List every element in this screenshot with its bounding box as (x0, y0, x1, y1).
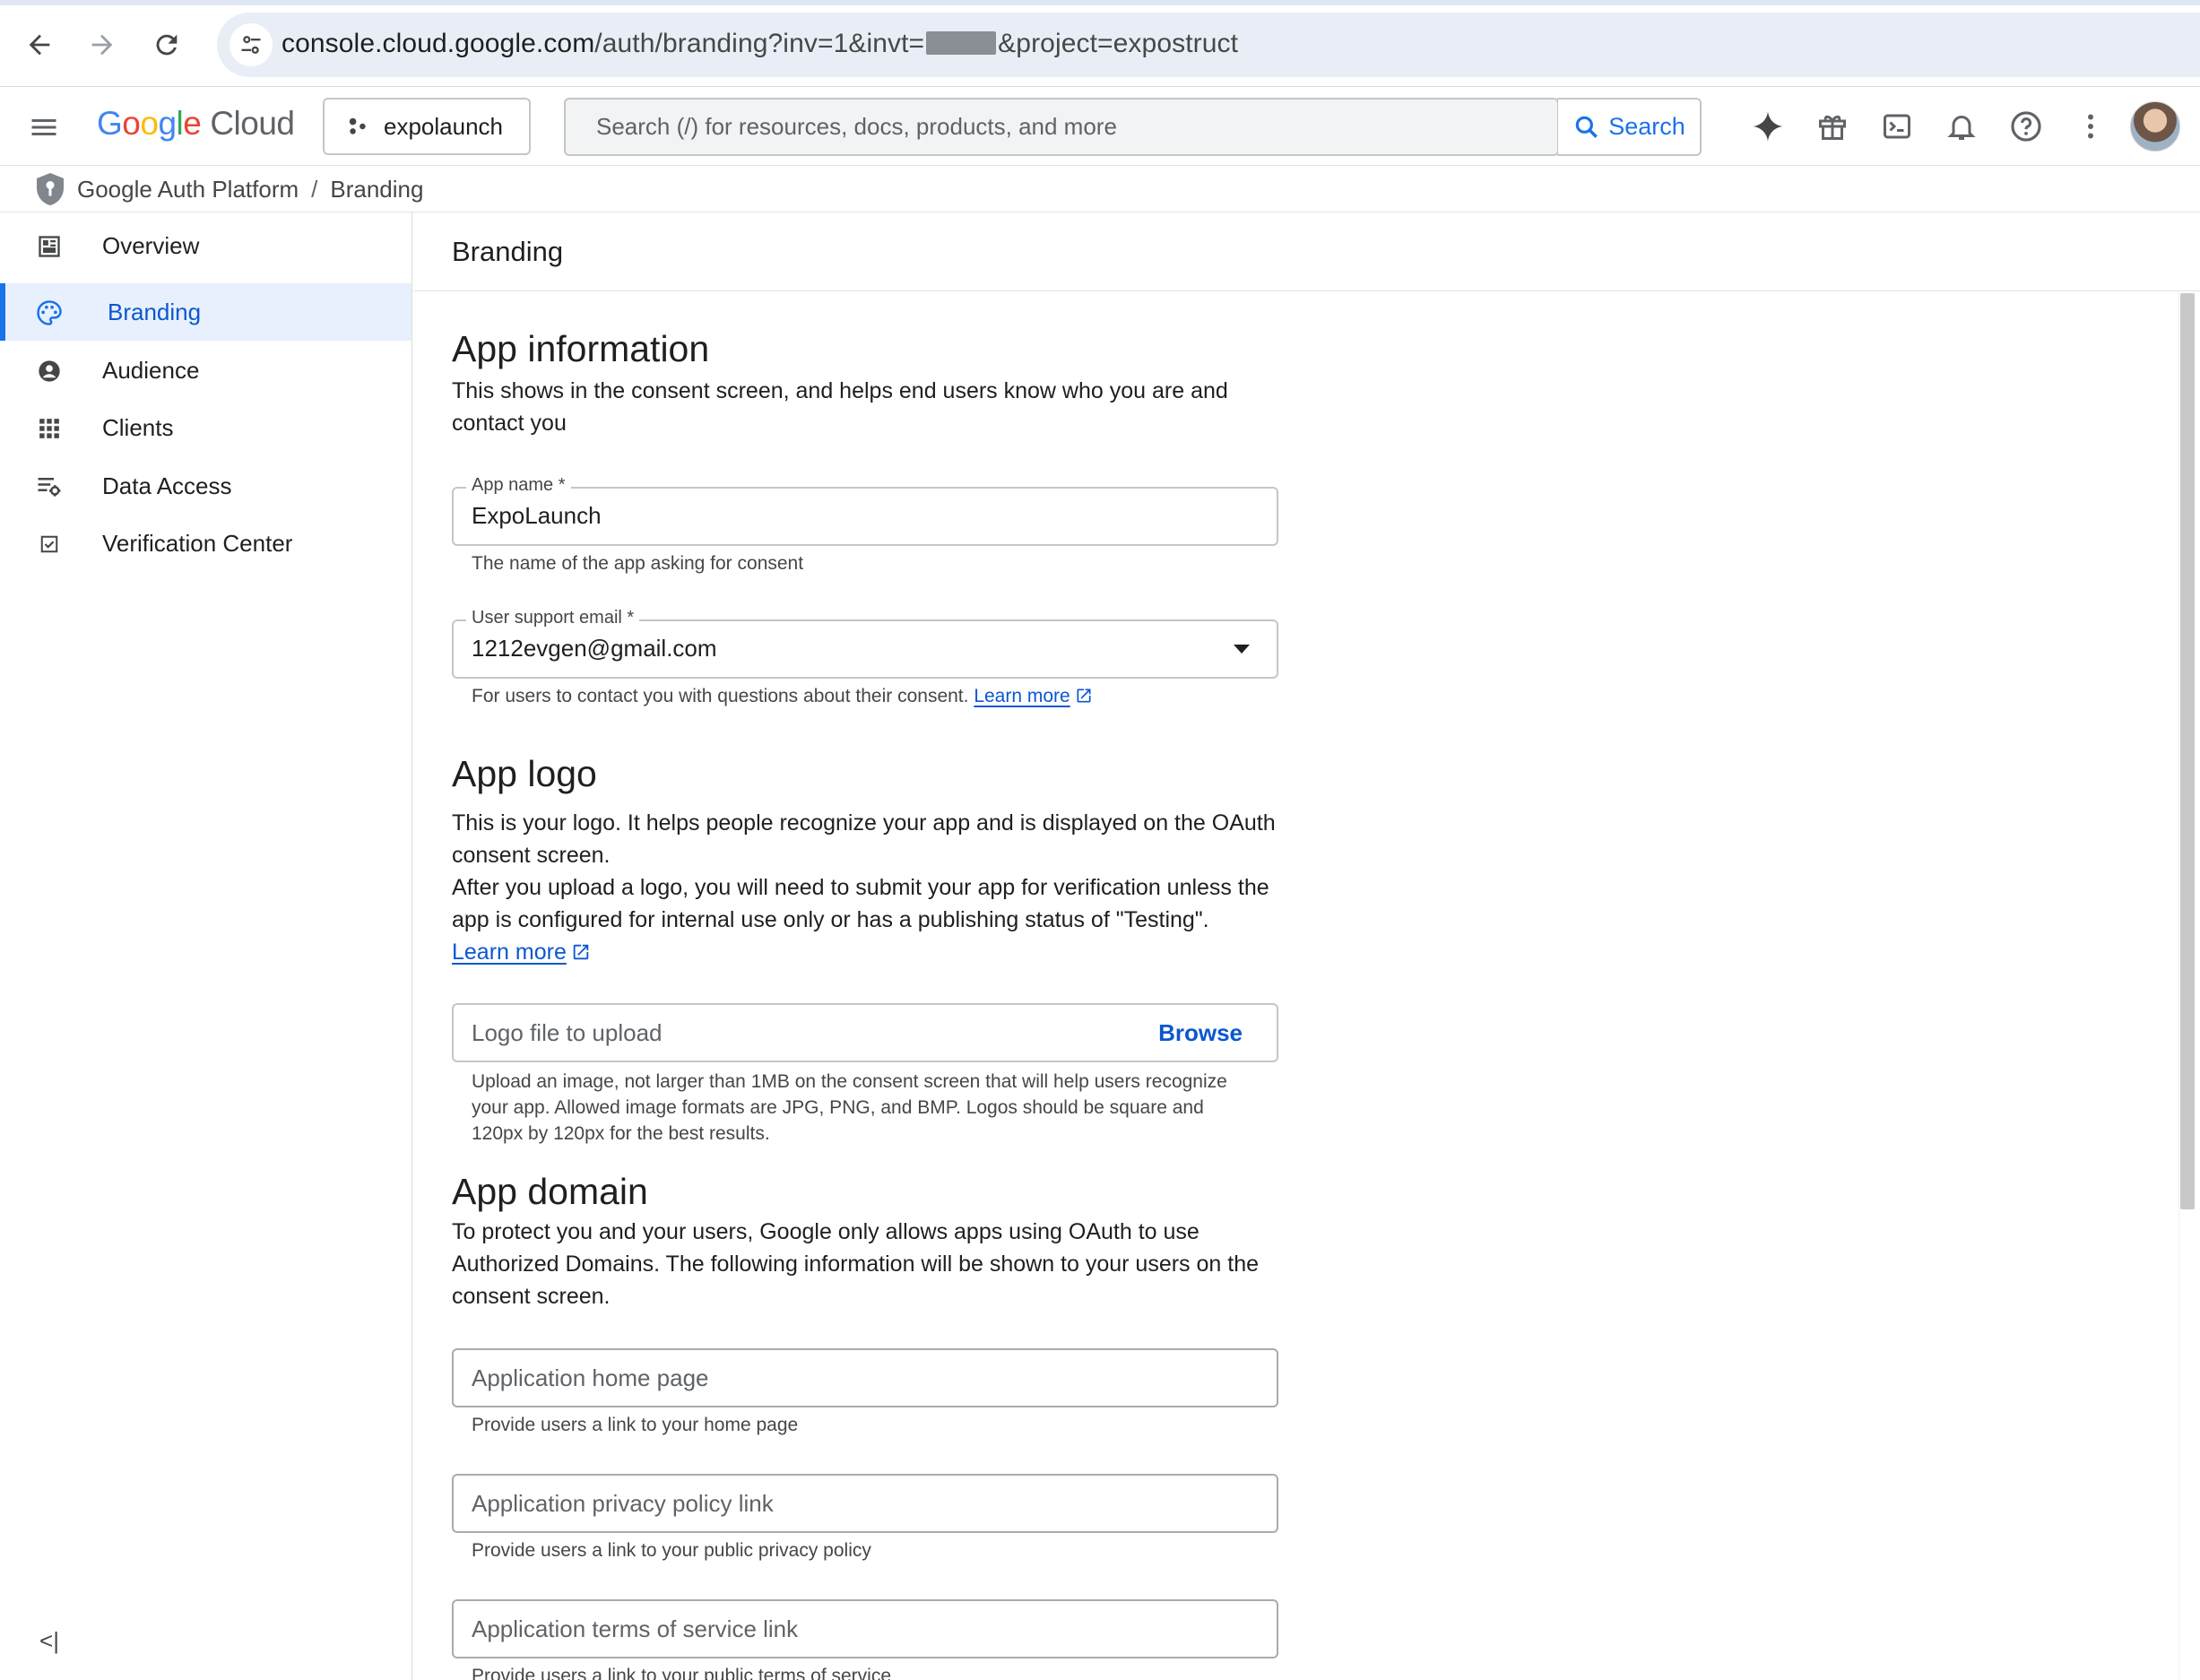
sidebar-item-verification-center[interactable]: Verification Center (0, 515, 411, 572)
console-header: Google Cloud expolaunch Search (0, 87, 2200, 166)
user-support-email-label: User support email * (466, 608, 640, 628)
user-support-email-select[interactable]: User support email * 1212evgen@gmail.com (452, 608, 1278, 679)
redacted-block (926, 31, 997, 55)
app-logo-description: This is your logo. It helps people recog… (452, 807, 1286, 968)
application-home-page-hint: Provide users a link to your home page (472, 1415, 799, 1435)
scrollbar-thumb[interactable] (2180, 293, 2195, 1209)
palette-icon (36, 299, 63, 326)
sidebar-item-overview[interactable]: Overview (0, 217, 411, 274)
project-name: expolaunch (384, 112, 503, 140)
logo-word: Google (97, 105, 202, 142)
url-query: &project=expostruct (998, 29, 1239, 58)
application-privacy-policy-placeholder: Application privacy policy link (472, 1490, 774, 1517)
notifications-bell-icon[interactable] (1940, 105, 1983, 148)
browser-toolbar: console.cloud.google.com/auth/branding?i… (0, 0, 2200, 87)
app-domain-description: To protect you and your users, Google on… (452, 1219, 1259, 1309)
app-logo-learn-more: Learn more (452, 936, 1286, 968)
user-support-email-value: 1212evgen@gmail.com (472, 635, 717, 662)
search-button[interactable]: Search (1557, 98, 1702, 156)
open-in-new-icon (1077, 688, 1091, 703)
sidebar-item-branding[interactable]: Branding (0, 283, 411, 341)
sidebar-item-data-access[interactable]: Data Access (0, 457, 411, 515)
sidebar-item-clients[interactable]: Clients (0, 399, 411, 456)
dashboard-icon (36, 233, 63, 260)
search-icon (1575, 116, 1598, 138)
app-name-value: ExpoLaunch (472, 502, 602, 529)
application-home-page-field[interactable]: Application home page (452, 1348, 1278, 1407)
app-name-label: App name * (466, 475, 571, 496)
search-button-label: Search (1608, 113, 1685, 140)
sidebar-item-label: Audience (102, 356, 200, 384)
avatar[interactable] (2130, 101, 2180, 152)
page-title-bar: Branding (413, 212, 2200, 291)
sidebar: Overview Branding Audience Clients Data … (0, 212, 412, 1680)
sidebar-item-label: Overview (102, 231, 200, 259)
gift-icon[interactable] (1811, 105, 1854, 148)
application-privacy-policy-hint: Provide users a link to your public priv… (472, 1540, 871, 1561)
app-information-description: This shows in the consent screen, and he… (452, 378, 1228, 436)
application-terms-of-service-hint: Provide users a link to your public term… (472, 1666, 892, 1680)
more-vert-icon[interactable] (2069, 105, 2112, 148)
app-domain-heading: App domain (452, 1171, 648, 1212)
learn-more-link[interactable]: Learn more (974, 686, 1070, 706)
hamburger-menu-icon[interactable] (23, 107, 65, 148)
page-title: Branding (452, 236, 564, 267)
checkbox-icon (36, 531, 63, 558)
sidebar-item-label: Branding (108, 298, 202, 325)
search-input[interactable] (567, 101, 1559, 152)
support-email-hint-text: For users to contact you with questions … (472, 686, 969, 706)
breadcrumb-current: Branding (330, 176, 424, 203)
collapse-sidebar-icon[interactable]: <| (36, 1627, 63, 1654)
open-in-new-icon (573, 944, 589, 960)
logo-upload-placeholder: Logo file to upload (472, 1019, 663, 1046)
address-bar[interactable]: console.cloud.google.com/auth/branding?i… (217, 13, 2200, 77)
logo-upload-hint: Upload an image, not larger than 1MB on … (472, 1071, 1227, 1144)
gemini-spark-icon[interactable] (1746, 105, 1789, 148)
application-privacy-policy-field[interactable]: Application privacy policy link (452, 1474, 1278, 1533)
learn-more-link[interactable]: Learn more (452, 940, 567, 965)
user-support-email-hint: For users to contact you with questions … (472, 683, 1278, 709)
apps-grid-icon (36, 415, 63, 442)
application-home-page-placeholder: Application home page (472, 1364, 709, 1391)
app-logo-heading: App logo (452, 753, 597, 794)
application-terms-of-service-field[interactable]: Application terms of service link (452, 1599, 1278, 1658)
url-host: console.cloud.google.com (281, 29, 595, 58)
browser-tab-strip-edge (0, 0, 2200, 5)
shield-icon (37, 173, 64, 205)
app-logo-description-1: This is your logo. It helps people recog… (452, 810, 1276, 868)
app-name-field[interactable]: App name * ExpoLaunch (452, 475, 1278, 546)
breadcrumb-root[interactable]: Google Auth Platform (77, 176, 299, 203)
breadcrumb-trail: Google Auth Platform / Branding (77, 176, 423, 204)
logo-product: Cloud (210, 105, 295, 142)
project-picker[interactable]: expolaunch (323, 98, 531, 155)
sidebar-item-label: Verification Center (102, 529, 293, 557)
project-hub-icon (349, 117, 366, 134)
back-arrow-icon[interactable] (18, 22, 61, 68)
breadcrumb-separator: / (311, 176, 318, 203)
sidebar-item-label: Clients (102, 413, 174, 441)
logo-upload-field[interactable]: Logo file to upload Browse (452, 1003, 1278, 1062)
url-text: console.cloud.google.com/auth/branding?i… (281, 29, 1238, 59)
site-info-icon[interactable] (230, 23, 273, 66)
app-logo-description-2: After you upload a logo, you will need t… (452, 875, 1269, 932)
app-information-heading: App information (452, 328, 710, 369)
sidebar-item-audience[interactable]: Audience (0, 342, 411, 399)
sidebar-item-label: Data Access (102, 472, 232, 499)
google-cloud-logo[interactable]: Google Cloud (97, 105, 295, 143)
breadcrumb: Google Auth Platform / Branding (0, 166, 2200, 212)
dropdown-arrow-icon (1234, 645, 1250, 654)
url-path: /auth/branding?inv=1&invt= (594, 29, 925, 58)
application-terms-of-service-placeholder: Application terms of service link (472, 1615, 799, 1642)
app-name-hint: The name of the app asking for consent (472, 553, 804, 574)
help-icon[interactable] (2005, 105, 2048, 148)
cloud-shell-icon[interactable] (1875, 105, 1919, 148)
tune-settings-icon (36, 473, 63, 500)
search-bar (564, 98, 1559, 156)
reload-icon[interactable] (145, 22, 188, 68)
account-circle-icon (36, 358, 63, 385)
browse-button[interactable]: Browse (1158, 1019, 1243, 1047)
forward-arrow-icon[interactable] (81, 22, 124, 68)
